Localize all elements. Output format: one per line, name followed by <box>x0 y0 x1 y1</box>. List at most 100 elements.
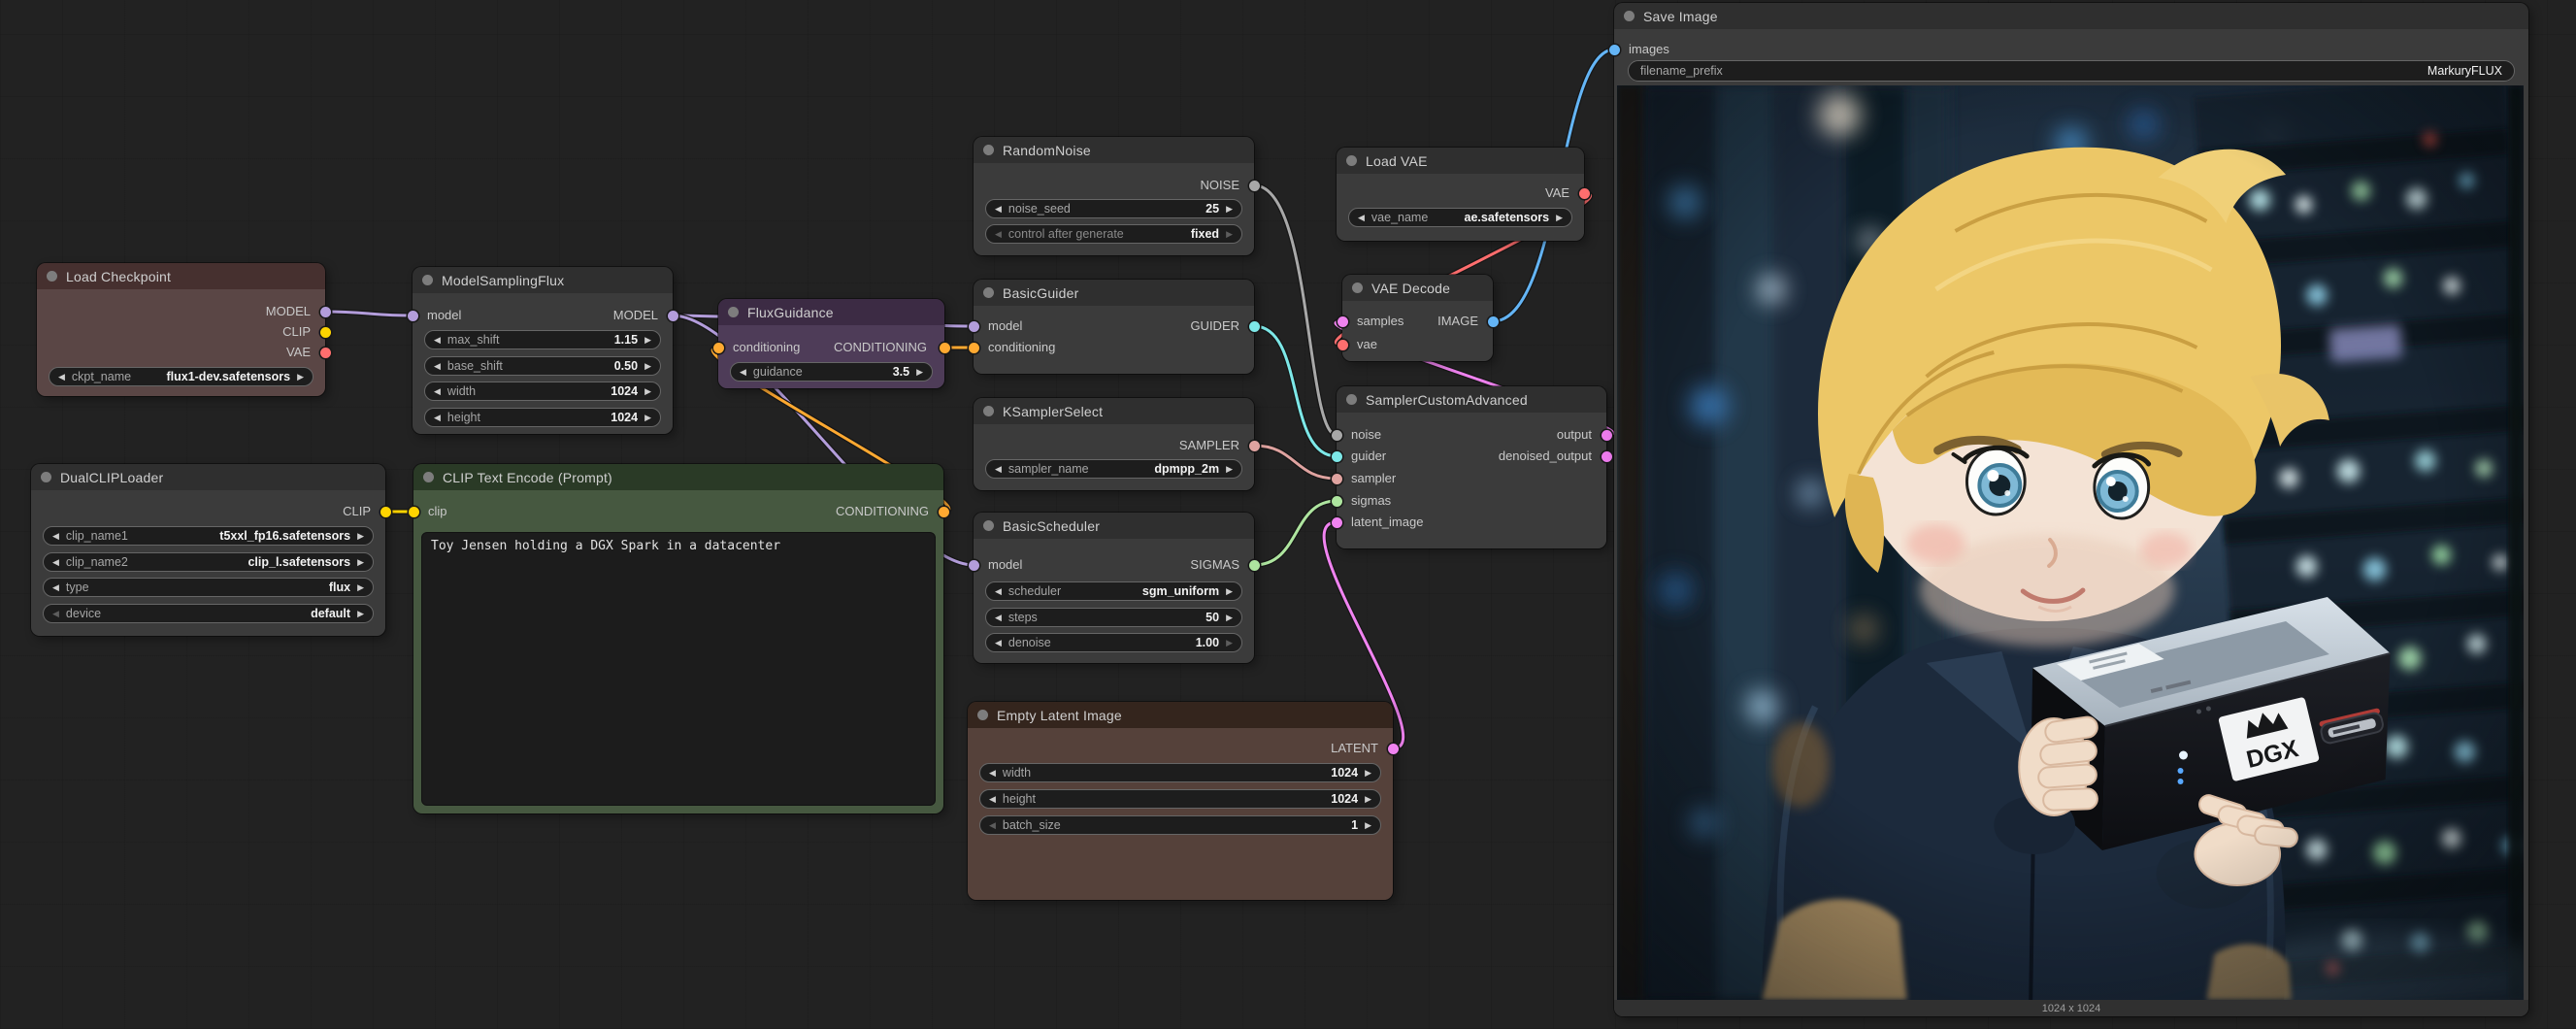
increment-arrow-icon[interactable]: ▶ <box>1226 465 1233 474</box>
noise-seed-widget[interactable]: ◀ noise_seed 25 ▶ <box>985 199 1242 218</box>
clip-name1-widget[interactable]: ◀ clip_name1 t5xxl_fp16.safetensors ▶ <box>43 526 374 546</box>
link-guider-to-sampler[interactable] <box>1254 326 1337 456</box>
increment-arrow-icon[interactable]: ▶ <box>916 368 923 377</box>
decrement-arrow-icon[interactable]: ◀ <box>58 373 65 382</box>
decrement-arrow-icon[interactable]: ◀ <box>52 610 59 618</box>
decrement-arrow-icon[interactable]: ◀ <box>52 532 59 541</box>
increment-arrow-icon[interactable]: ▶ <box>357 610 364 618</box>
node-flux-guidance-header[interactable]: FluxGuidance <box>718 299 944 325</box>
increment-arrow-icon[interactable]: ▶ <box>1365 795 1371 804</box>
node-ksampler-select-header[interactable]: KSamplerSelect <box>974 398 1254 424</box>
increment-arrow-icon[interactable]: ▶ <box>1226 639 1233 647</box>
device-widget[interactable]: ◀ device default ▶ <box>43 604 374 623</box>
node-random-noise-header[interactable]: RandomNoise <box>974 137 1254 163</box>
sigmas-input-port[interactable] <box>1332 496 1342 507</box>
noise-output-port[interactable] <box>1249 181 1260 191</box>
noise-input-port[interactable] <box>1332 430 1342 441</box>
decrement-arrow-icon[interactable]: ◀ <box>740 368 746 377</box>
image-output-port[interactable] <box>1488 316 1499 327</box>
max-shift-widget[interactable]: ◀ max_shift 1.15 ▶ <box>424 330 661 349</box>
increment-arrow-icon[interactable]: ▶ <box>644 414 651 422</box>
type-widget[interactable]: ◀ type flux ▶ <box>43 578 374 597</box>
model-output-port[interactable] <box>320 307 331 317</box>
vae-output-port[interactable] <box>320 348 331 358</box>
link-checkpoint-model-to-msf[interactable] <box>325 312 413 315</box>
decrement-arrow-icon[interactable]: ◀ <box>1358 214 1365 222</box>
model-output-port[interactable] <box>668 311 678 321</box>
model-input-port[interactable] <box>969 560 979 571</box>
node-save-image-header[interactable]: Save Image <box>1614 3 2528 29</box>
clip-name2-widget[interactable]: ◀ clip_name2 clip_l.safetensors ▶ <box>43 552 374 572</box>
node-basic-scheduler-header[interactable]: BasicScheduler <box>974 513 1254 539</box>
node-load-checkpoint-header[interactable]: Load Checkpoint <box>37 263 325 289</box>
decrement-arrow-icon[interactable]: ◀ <box>434 414 441 422</box>
conditioning-input-port[interactable] <box>713 343 724 353</box>
clip-output-port[interactable] <box>380 507 391 517</box>
node-dual-clip-loader-header[interactable]: DualCLIPLoader <box>31 464 385 490</box>
decrement-arrow-icon[interactable]: ◀ <box>995 465 1002 474</box>
node-empty-latent-image-header[interactable]: Empty Latent Image <box>968 702 1393 728</box>
increment-arrow-icon[interactable]: ▶ <box>1365 769 1371 778</box>
guider-output-port[interactable] <box>1249 321 1260 332</box>
ckpt-name-widget[interactable]: ◀ ckpt_name flux1-dev.safetensors ▶ <box>49 367 314 386</box>
vae-output-port[interactable] <box>1579 188 1590 199</box>
decrement-arrow-icon[interactable]: ◀ <box>989 769 996 778</box>
base-shift-widget[interactable]: ◀ base_shift 0.50 ▶ <box>424 356 661 376</box>
clip-output-port[interactable] <box>320 327 331 338</box>
filename-prefix-widget[interactable]: filename_prefix MarkuryFLUX <box>1628 60 2515 82</box>
denoise-widget[interactable]: ◀ denoise 1.00 ▶ <box>985 633 1242 652</box>
width-widget[interactable]: ◀ width 1024 ▶ <box>424 382 661 401</box>
increment-arrow-icon[interactable]: ▶ <box>357 583 364 592</box>
node-vae-decode-header[interactable]: VAE Decode <box>1342 275 1493 301</box>
decrement-arrow-icon[interactable]: ◀ <box>995 614 1002 622</box>
guidance-widget[interactable]: ◀ guidance 3.5 ▶ <box>730 362 933 382</box>
decrement-arrow-icon[interactable]: ◀ <box>434 362 441 371</box>
increment-arrow-icon[interactable]: ▶ <box>644 362 651 371</box>
decrement-arrow-icon[interactable]: ◀ <box>995 639 1002 647</box>
increment-arrow-icon[interactable]: ▶ <box>1226 205 1233 214</box>
guider-input-port[interactable] <box>1332 451 1342 462</box>
sigmas-output-port[interactable] <box>1249 560 1260 571</box>
node-clip-text-encode-header[interactable]: CLIP Text Encode (Prompt) <box>413 464 943 490</box>
decrement-arrow-icon[interactable]: ◀ <box>995 587 1002 596</box>
images-input-port[interactable] <box>1609 45 1620 55</box>
sampler-output-port[interactable] <box>1249 441 1260 451</box>
decrement-arrow-icon[interactable]: ◀ <box>52 558 59 567</box>
decrement-arrow-icon[interactable]: ◀ <box>434 336 441 345</box>
node-load-vae-header[interactable]: Load VAE <box>1337 148 1584 174</box>
height-widget[interactable]: ◀ height 1024 ▶ <box>424 408 661 427</box>
increment-arrow-icon[interactable]: ▶ <box>1226 230 1233 239</box>
model-input-port[interactable] <box>408 311 418 321</box>
decrement-arrow-icon[interactable]: ◀ <box>989 795 996 804</box>
node-basic-guider-header[interactable]: BasicGuider <box>974 280 1254 306</box>
latent-image-input-port[interactable] <box>1332 517 1342 528</box>
conditioning-output-port[interactable] <box>940 343 950 353</box>
width-widget[interactable]: ◀ width 1024 ▶ <box>979 763 1381 782</box>
increment-arrow-icon[interactable]: ▶ <box>357 558 364 567</box>
sampler-input-port[interactable] <box>1332 474 1342 484</box>
increment-arrow-icon[interactable]: ▶ <box>1365 821 1371 830</box>
conditioning-input-port[interactable] <box>969 343 979 353</box>
increment-arrow-icon[interactable]: ▶ <box>357 532 364 541</box>
batch-size-widget[interactable]: ◀ batch_size 1 ▶ <box>979 815 1381 835</box>
control-after-generate-widget[interactable]: ◀ control after generate fixed ▶ <box>985 224 1242 244</box>
decrement-arrow-icon[interactable]: ◀ <box>989 821 996 830</box>
increment-arrow-icon[interactable]: ▶ <box>644 336 651 345</box>
increment-arrow-icon[interactable]: ▶ <box>644 387 651 396</box>
conditioning-output-port[interactable] <box>939 507 949 517</box>
vae-name-widget[interactable]: ◀ vae_name ae.safetensors ▶ <box>1348 208 1572 227</box>
samples-input-port[interactable] <box>1338 316 1348 327</box>
scheduler-widget[interactable]: ◀ scheduler sgm_uniform ▶ <box>985 581 1242 601</box>
increment-arrow-icon[interactable]: ▶ <box>1226 614 1233 622</box>
height-widget[interactable]: ◀ height 1024 ▶ <box>979 789 1381 809</box>
node-sampler-custom-advanced-header[interactable]: SamplerCustomAdvanced <box>1337 386 1606 413</box>
output-output-port[interactable] <box>1602 430 1612 441</box>
prompt-textarea[interactable]: Toy Jensen holding a DGX Spark in a data… <box>421 532 936 806</box>
model-input-port[interactable] <box>969 321 979 332</box>
increment-arrow-icon[interactable]: ▶ <box>297 373 304 382</box>
clip-input-port[interactable] <box>409 507 419 517</box>
latent-output-port[interactable] <box>1388 744 1399 754</box>
decrement-arrow-icon[interactable]: ◀ <box>434 387 441 396</box>
increment-arrow-icon[interactable]: ▶ <box>1556 214 1563 222</box>
decrement-arrow-icon[interactable]: ◀ <box>995 230 1002 239</box>
